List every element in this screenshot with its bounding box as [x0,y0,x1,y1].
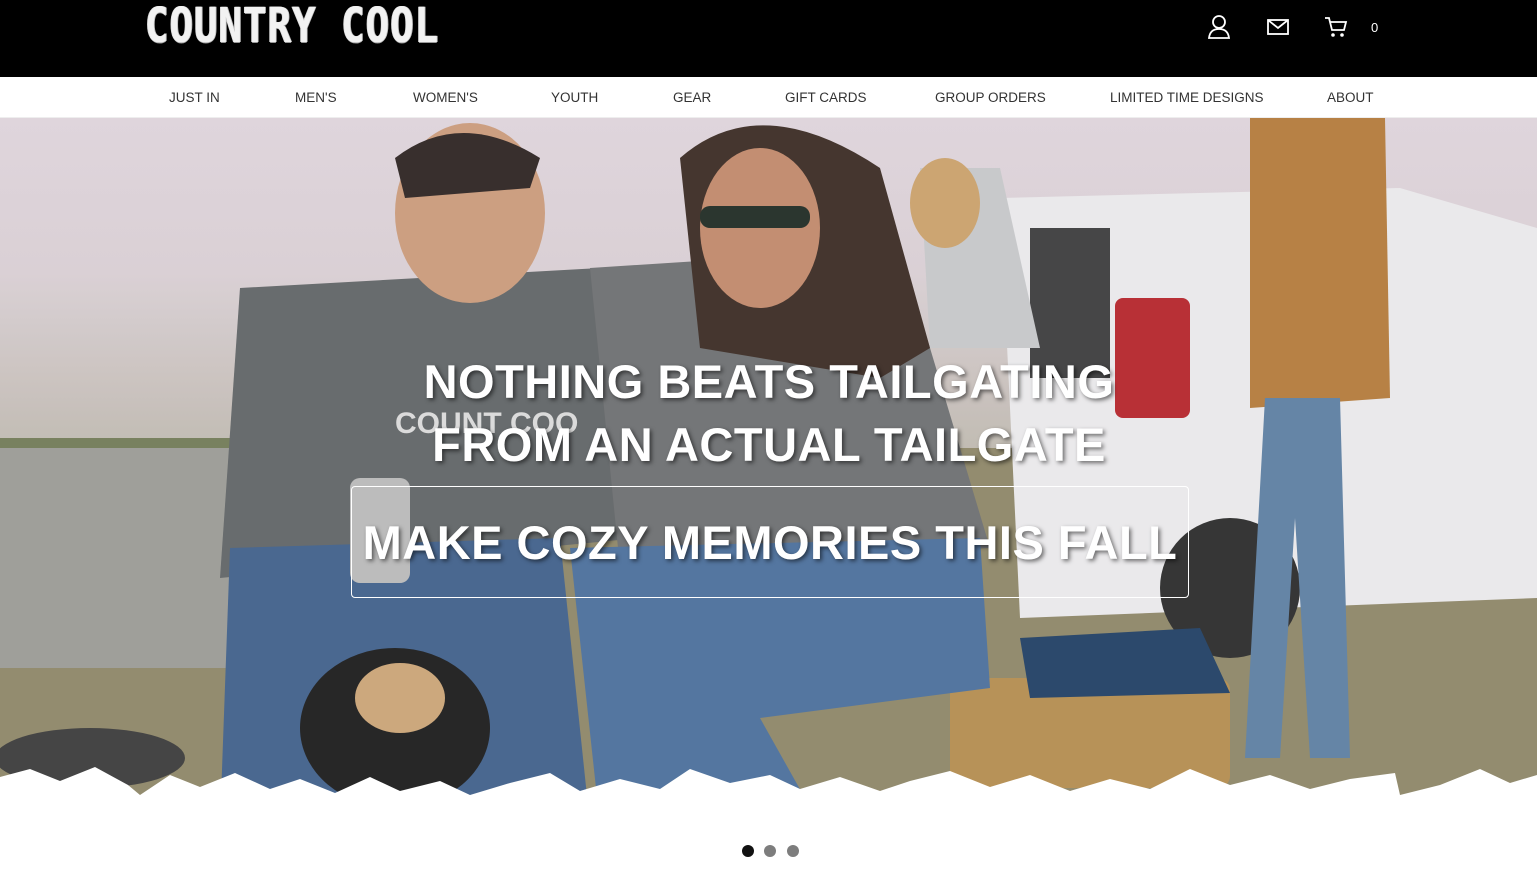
carousel-dots [740,845,802,859]
hero-banner[interactable]: COUNT COO NOTHING BEATS TAILGATING FROM … [0,118,1537,825]
torn-paper-edge [0,767,1537,825]
nav-item-limited-time-designs[interactable]: LIMITED TIME DESIGNS [1110,77,1264,118]
nav-item-womens[interactable]: WOMEN'S [413,77,478,118]
carousel-dot-2[interactable] [764,845,776,857]
nav-item-just-in[interactable]: JUST IN [169,77,220,118]
nav-item-youth[interactable]: YOUTH [551,77,598,118]
hero-headline: NOTHING BEATS TAILGATING FROM AN ACTUAL … [369,350,1169,476]
cart-count: 0 [1371,20,1379,35]
carousel-dot-3[interactable] [787,845,799,857]
mail-icon[interactable] [1264,13,1292,41]
main-nav: JUST IN MEN'S WOMEN'S YOUTH GEAR GIFT CA… [0,77,1537,118]
hero-headline-line-2: FROM AN ACTUAL TAILGATE [432,418,1106,471]
nav-item-group-orders[interactable]: GROUP ORDERS [935,77,1046,118]
user-icon[interactable] [1205,13,1233,41]
nav-item-gear[interactable]: GEAR [673,77,711,118]
hero-cta-label: MAKE COZY MEMORIES THIS FALL [362,515,1178,569]
nav-item-about[interactable]: ABOUT [1327,77,1374,118]
hero-headline-line-1: NOTHING BEATS TAILGATING [423,355,1115,408]
nav-item-mens[interactable]: MEN'S [295,77,337,118]
cart-icon[interactable] [1322,13,1350,41]
site-logo[interactable]: COUNTRY COOL [145,0,439,52]
nav-item-gift-cards[interactable]: GIFT CARDS [785,77,867,118]
carousel-dot-1[interactable] [742,845,754,857]
header-icons: 0 [1205,13,1395,43]
site-header: COUNTRY COOL 0 [0,0,1537,77]
hero-cta-button[interactable]: MAKE COZY MEMORIES THIS FALL [351,486,1189,598]
